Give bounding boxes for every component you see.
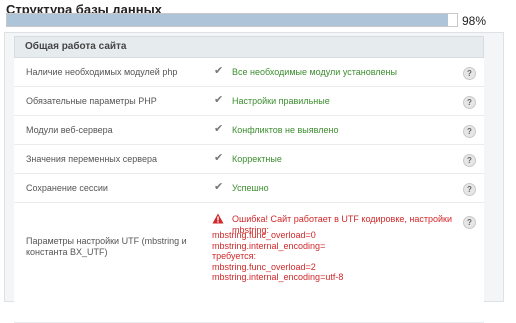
check-icon: ✔ — [214, 65, 224, 77]
check-status: Конфликтов не выявлено — [232, 125, 339, 135]
help-icon[interactable]: ? — [463, 154, 476, 167]
check-row-server-vars: Значения переменных сервера ✔ Корректные… — [14, 145, 484, 174]
check-row-php-params: Обязательные параметры PHP ✔ Настройки п… — [14, 87, 484, 116]
help-icon[interactable]: ? — [463, 67, 476, 80]
check-label: Обязательные параметры PHP — [26, 96, 157, 106]
check-icon: ✔ — [214, 181, 224, 193]
progress-percent: 98% — [462, 14, 487, 28]
check-status: Корректные — [232, 154, 282, 164]
check-label: Сохранение сессии — [26, 183, 108, 193]
check-label: Наличие необходимых модулей php — [26, 67, 178, 77]
error-details: mbstring.func_overload=0 mbstring.intern… — [212, 230, 472, 283]
error-line: mbstring.func_overload=0 — [212, 230, 316, 240]
help-icon[interactable]: ? — [463, 125, 476, 138]
panel-header: Общая работа сайта — [14, 36, 484, 58]
check-label: Модули веб-сервера — [26, 125, 113, 135]
check-status: Все необходимые модули установлены — [232, 67, 397, 77]
progress-fill — [7, 14, 448, 26]
error-line: mbstring.internal_encoding= — [212, 240, 326, 251]
warning-icon — [212, 213, 224, 224]
check-label: Параметры настройки UTF (mbstring и конс… — [26, 236, 187, 257]
check-status: Настройки правильные — [232, 96, 330, 106]
help-icon[interactable]: ? — [463, 216, 476, 229]
check-status: Успешно — [232, 183, 269, 193]
progress-bar — [6, 13, 458, 27]
check-row-utf: Параметры настройки UTF (mbstring и конс… — [14, 203, 484, 323]
check-row-php-modules: Наличие необходимых модулей php ✔ Все не… — [14, 58, 484, 87]
check-icon: ✔ — [214, 152, 224, 164]
check-row-session: Сохранение сессии ✔ Успешно ? — [14, 174, 484, 203]
check-icon: ✔ — [214, 123, 224, 135]
error-line: требуется: — [212, 251, 256, 261]
error-line: mbstring.internal_encoding=utf-8 — [212, 272, 344, 282]
help-icon[interactable]: ? — [463, 183, 476, 196]
check-label: Значения переменных сервера — [26, 154, 157, 164]
check-row-webserver-modules: Модули веб-сервера ✔ Конфликтов не выявл… — [14, 116, 484, 145]
checks-table: Наличие необходимых модулей php ✔ Все не… — [14, 58, 484, 323]
check-icon: ✔ — [214, 94, 224, 106]
error-line: mbstring.func_overload=2 — [212, 261, 316, 272]
help-icon[interactable]: ? — [463, 96, 476, 109]
